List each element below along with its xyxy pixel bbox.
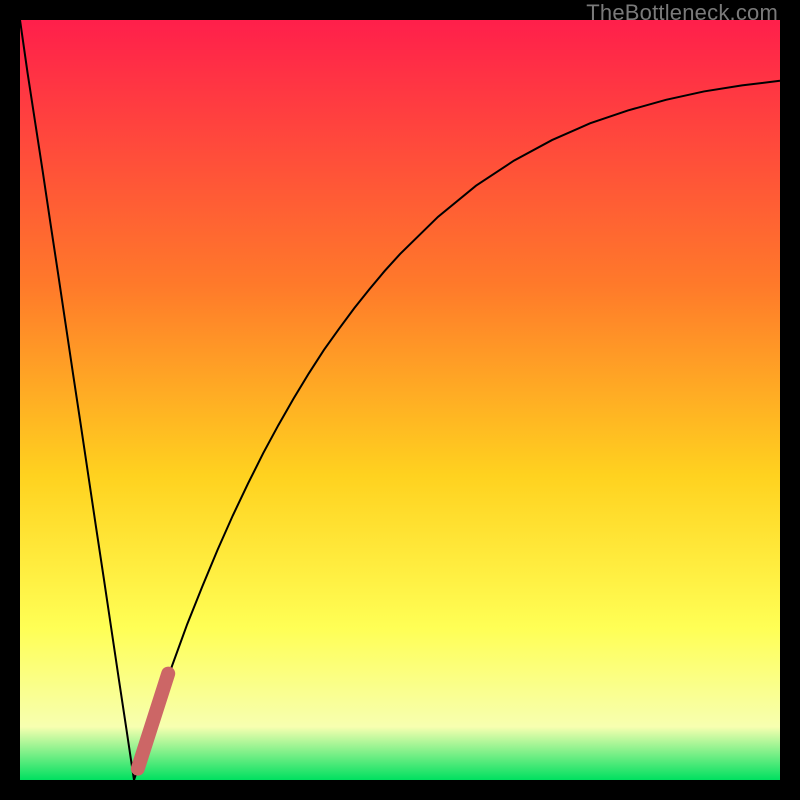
gradient-background [20, 20, 780, 780]
chart-svg [20, 20, 780, 780]
plot-area [20, 20, 780, 780]
chart-frame: TheBottleneck.com [0, 0, 800, 800]
watermark-text: TheBottleneck.com [586, 0, 778, 26]
